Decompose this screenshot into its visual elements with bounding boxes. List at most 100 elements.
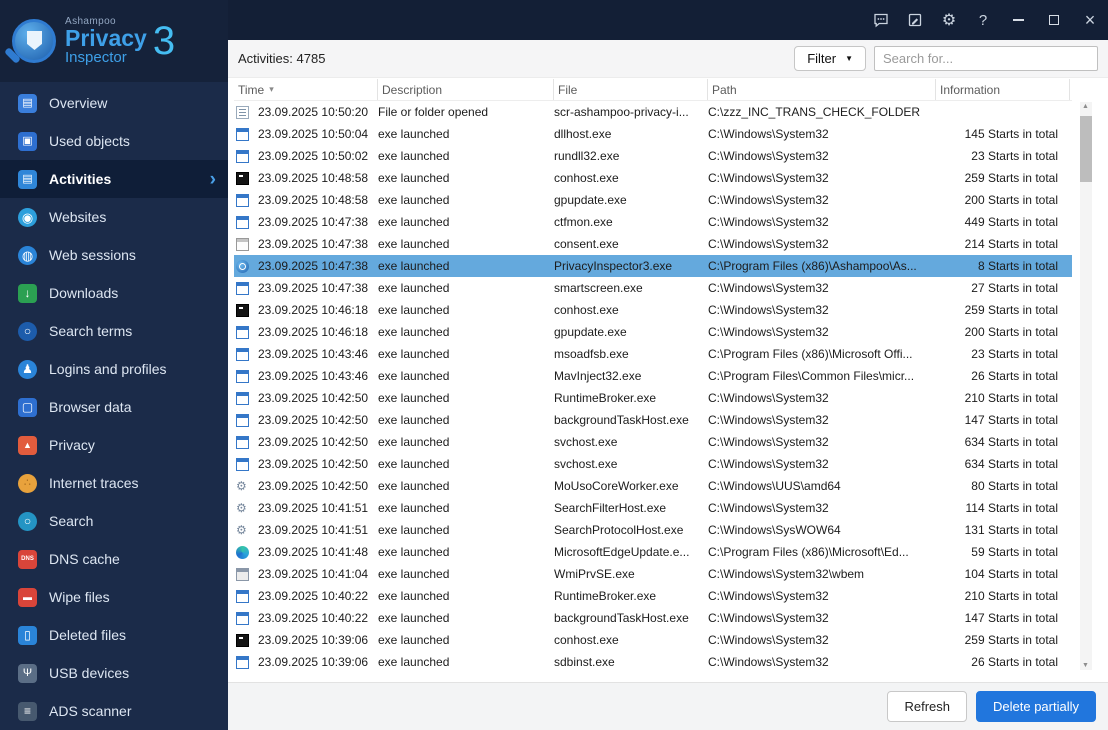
sidebar-item-search-terms[interactable]: Search terms › [0, 312, 228, 350]
sidebar-item-logins-and-profiles[interactable]: Logins and profiles › [0, 350, 228, 388]
sidebar-item-deleted-files[interactable]: Deleted files › [0, 616, 228, 654]
column-header-time[interactable]: Time ▾ [234, 79, 378, 100]
sidebar-item-wipe-files[interactable]: Wipe files › [0, 578, 228, 616]
sidebar-item-dns-cache[interactable]: DNS cache › [0, 540, 228, 578]
sidebar-item-used-objects[interactable]: Used objects › [0, 122, 228, 160]
delete-partially-button[interactable]: Delete partially [976, 691, 1096, 722]
row-description-cell: exe launched [378, 545, 450, 559]
row-description-cell: exe launched [378, 127, 450, 141]
row-information-cell: 147 Starts in total [964, 611, 1058, 625]
row-time-cell: 23.09.2025 10:42:50 [258, 435, 369, 449]
table-row[interactable]: 23.09.2025 10:46:18 exe launched conhost… [234, 299, 1072, 321]
table-row[interactable]: 23.09.2025 10:46:18 exe launched gpupdat… [234, 321, 1072, 343]
row-file-cell: SearchProtocolHost.exe [554, 523, 684, 537]
table-row[interactable]: 23.09.2025 10:43:46 exe launched msoadfs… [234, 343, 1072, 365]
row-description-cell: exe launched [378, 501, 450, 515]
sidebar-item-browser-data[interactable]: Browser data › [0, 388, 228, 426]
table-row[interactable]: 23.09.2025 10:48:58 exe launched gpupdat… [234, 189, 1072, 211]
edge-file-icon [236, 545, 249, 559]
report-note-icon[interactable] [898, 0, 932, 40]
sidebar-item-activities[interactable]: Activities › [0, 160, 228, 198]
row-file-cell: WmiPrvSE.exe [554, 567, 635, 581]
row-time-cell: 23.09.2025 10:42:50 [258, 479, 369, 493]
table-row[interactable]: 23.09.2025 10:40:22 exe launched Runtime… [234, 585, 1072, 607]
table-row[interactable]: 23.09.2025 10:39:06 exe launched sdbinst… [234, 651, 1072, 673]
row-time-cell: 23.09.2025 10:42:50 [258, 391, 369, 405]
row-file-cell: RuntimeBroker.exe [554, 589, 657, 603]
table-row[interactable]: 23.09.2025 10:42:50 exe launched Runtime… [234, 387, 1072, 409]
table-row[interactable]: 23.09.2025 10:42:50 exe launched MoUsoCo… [234, 475, 1072, 497]
table-row[interactable]: 23.09.2025 10:39:06 exe launched conhost… [234, 629, 1072, 651]
table-row[interactable]: 23.09.2025 10:50:20 File or folder opene… [234, 101, 1072, 123]
sidebar-item-internet-traces[interactable]: Internet traces › [0, 464, 228, 502]
row-time-cell: 23.09.2025 10:47:38 [258, 281, 369, 295]
table-body: 23.09.2025 10:50:20 File or folder opene… [234, 101, 1072, 673]
column-header-information[interactable]: Information [936, 79, 1070, 100]
help-icon[interactable]: ? [966, 0, 1000, 40]
close-button[interactable]: × [1072, 0, 1108, 40]
table-row[interactable]: 23.09.2025 10:47:38 exe launched ctfmon.… [234, 211, 1072, 233]
column-header-path[interactable]: Path [708, 79, 936, 100]
table-row[interactable]: 23.09.2025 10:50:02 exe launched rundll3… [234, 145, 1072, 167]
settings-gear-icon[interactable]: ⚙ [932, 0, 966, 40]
row-path-cell: C:\Windows\System32 [708, 589, 829, 603]
app-file-icon [236, 457, 249, 471]
sidebar-item-label: Wipe files [49, 589, 110, 605]
sidebar-item-downloads[interactable]: Downloads › [0, 274, 228, 312]
sidebar-item-label: Activities [49, 171, 112, 187]
row-description-cell: exe launched [378, 171, 450, 185]
table-row[interactable]: 23.09.2025 10:48:58 exe launched conhost… [234, 167, 1072, 189]
app-file-icon [236, 193, 249, 207]
table-row[interactable]: 23.09.2025 10:41:51 exe launched SearchP… [234, 519, 1072, 541]
sidebar-item-overview[interactable]: Overview › [0, 84, 228, 122]
refresh-button[interactable]: Refresh [887, 691, 967, 722]
row-path-cell: C:\Windows\System32 [708, 501, 829, 515]
table-row[interactable]: 23.09.2025 10:47:38 exe launched smartsc… [234, 277, 1072, 299]
table-row[interactable]: 23.09.2025 10:41:04 exe launched WmiPrvS… [234, 563, 1072, 585]
sidebar-item-label: Overview [49, 95, 108, 111]
activity-monitor-icon [18, 169, 37, 189]
table-row[interactable]: 23.09.2025 10:41:51 exe launched SearchF… [234, 497, 1072, 519]
gear-file-icon [236, 523, 249, 537]
sidebar-item-usb-devices[interactable]: USB devices › [0, 654, 228, 692]
row-description-cell: exe launched [378, 303, 450, 317]
row-time-cell: 23.09.2025 10:50:02 [258, 149, 369, 163]
sidebar-item-ads-scanner[interactable]: ADS scanner › [0, 692, 228, 730]
minimize-button[interactable] [1000, 0, 1036, 40]
row-filetype-cell [234, 347, 258, 361]
row-path-cell: C:\Windows\System32 [708, 633, 829, 647]
table-row[interactable]: 23.09.2025 10:43:46 exe launched MavInje… [234, 365, 1072, 387]
row-path-cell: C:\zzz_INC_TRANS_CHECK_FOLDER [708, 105, 921, 119]
row-path-cell: C:\Windows\UUS\amd64 [708, 479, 841, 493]
table-row[interactable]: 23.09.2025 10:42:50 exe launched svchost… [234, 453, 1072, 475]
sidebar-item-search[interactable]: Search › [0, 502, 228, 540]
feedback-chat-icon[interactable] [864, 0, 898, 40]
table-row[interactable]: 23.09.2025 10:40:22 exe launched backgro… [234, 607, 1072, 629]
row-path-cell: C:\Windows\System32 [708, 325, 829, 339]
chevron-right-icon: › [209, 168, 216, 190]
row-file-cell: conhost.exe [554, 171, 619, 185]
column-header-file[interactable]: File [554, 79, 708, 100]
table-row[interactable]: 23.09.2025 10:50:04 exe launched dllhost… [234, 123, 1072, 145]
row-information-cell: 59 Starts in total [971, 545, 1058, 559]
table-row[interactable]: 23.09.2025 10:42:50 exe launched backgro… [234, 409, 1072, 431]
row-file-cell: conhost.exe [554, 303, 619, 317]
sidebar-item-label: Downloads [49, 285, 119, 301]
row-information-cell: 114 Starts in total [965, 501, 1059, 515]
table-row[interactable]: 23.09.2025 10:47:38 exe launched Privacy… [234, 255, 1072, 277]
row-time-cell: 23.09.2025 10:43:46 [258, 369, 369, 383]
vertical-scrollbar[interactable] [1080, 102, 1092, 670]
maximize-button[interactable] [1036, 0, 1072, 40]
sidebar-item-web-sessions[interactable]: Web sessions › [0, 236, 228, 274]
sidebar-item-websites[interactable]: Websites › [0, 198, 228, 236]
filter-button[interactable]: Filter ▼ [794, 46, 866, 71]
search-input[interactable] [874, 46, 1098, 71]
sidebar-item-privacy[interactable]: Privacy › [0, 426, 228, 464]
sidebar-item-label: Logins and profiles [49, 361, 167, 377]
table-row[interactable]: 23.09.2025 10:42:50 exe launched svchost… [234, 431, 1072, 453]
column-header-description[interactable]: Description [378, 79, 554, 100]
row-time-cell: 23.09.2025 10:50:20 [258, 105, 369, 119]
table-row[interactable]: 23.09.2025 10:47:38 exe launched consent… [234, 233, 1072, 255]
table-row[interactable]: 23.09.2025 10:41:48 exe launched Microso… [234, 541, 1072, 563]
scrollbar-thumb[interactable] [1080, 116, 1092, 182]
